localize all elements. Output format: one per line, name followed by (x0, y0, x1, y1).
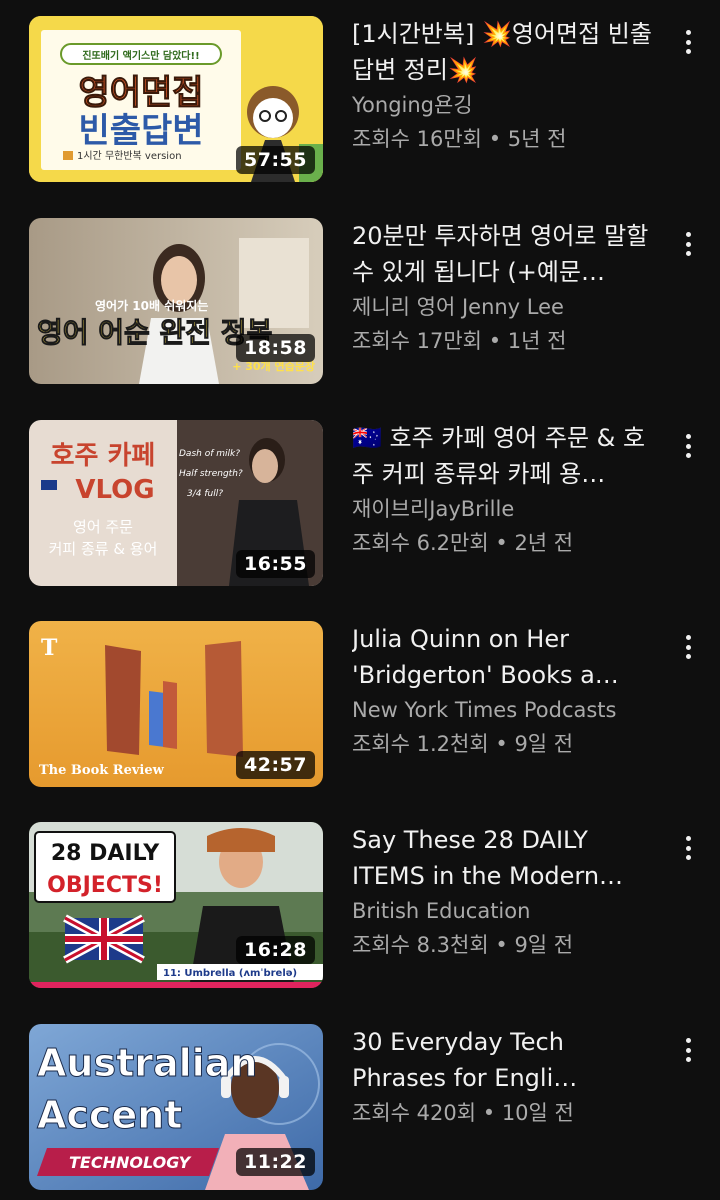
channel-name[interactable]: 제니리 영어 Jenny Lee (352, 290, 662, 324)
video-thumbnail[interactable]: 호주 카페 VLOG 영어 주문 커피 종류 & 용어 Dash of milk… (29, 420, 323, 586)
thumb-line1: 호주 카페 (51, 441, 156, 471)
dot-separator: • (482, 1101, 496, 1125)
thumb-caption: The Book Review (39, 763, 165, 778)
view-count: 조회수 8.3천회 (352, 933, 489, 957)
thumb-top-text: 영어가 10배 쉬워지는 (95, 298, 208, 313)
video-stats: 조회수 16만회 • 5년 전 (352, 122, 662, 156)
video-stats: 조회수 420회 • 10일 전 (352, 1096, 662, 1130)
dot-separator: • (495, 531, 508, 555)
video-stats: 조회수 8.3천회 • 9일 전 (352, 928, 662, 962)
thumb-q2: Half strength? (179, 469, 243, 479)
video-title[interactable]: 30 Everyday Tech Phrases for Engli… (352, 1024, 662, 1096)
channel-name[interactable]: 재이브리JayBrille (352, 492, 662, 526)
thumb-line1: 28 DAILY (51, 841, 160, 866)
thumb-line2: Accent (37, 1093, 182, 1137)
thumb-line3: 영어 주문 (73, 518, 133, 536)
channel-name[interactable]: New York Times Podcasts (352, 693, 662, 727)
thumb-line1: Australian (37, 1041, 257, 1085)
thumb-line2: OBJECTS! (47, 873, 163, 898)
video-item[interactable]: 영어가 10배 쉬워지는 영어 어순 완전 정복 + 30개 연습문장 18:5… (0, 218, 720, 384)
thumb-line1: 영어면접 (78, 73, 203, 113)
video-duration: 42:57 (236, 751, 315, 779)
dot-separator: • (488, 127, 502, 151)
more-options-icon[interactable] (676, 228, 700, 260)
nyt-logo-icon: T (41, 635, 58, 661)
video-item[interactable]: 호주 카페 VLOG 영어 주문 커피 종류 & 용어 Dash of milk… (0, 420, 720, 586)
dot-separator: • (495, 933, 508, 957)
video-list: 진또배기 액기스만 담았다!! 영어면접 빈출답변 1시간 무한반복 versi… (0, 0, 720, 1200)
video-thumbnail[interactable]: 영어가 10배 쉬워지는 영어 어순 완전 정복 + 30개 연습문장 18:5… (29, 218, 323, 384)
video-title[interactable]: Say These 28 DAILY ITEMS in the Modern… (352, 822, 662, 894)
video-stats: 조회수 6.2만회 • 2년 전 (352, 526, 662, 560)
more-options-icon[interactable] (676, 832, 700, 864)
video-duration: 18:58 (236, 334, 315, 362)
video-meta[interactable]: 30 Everyday Tech Phrases for Engli… 조회수 … (352, 1024, 662, 1130)
more-options-icon[interactable] (676, 631, 700, 663)
video-thumbnail[interactable]: 진또배기 액기스만 담았다!! 영어면접 빈출답변 1시간 무한반복 versi… (29, 16, 323, 182)
video-thumbnail[interactable]: Australian Accent TECHNOLOGY 11:22 (29, 1024, 323, 1190)
video-title[interactable]: Julia Quinn on Her 'Bridgerton' Books a… (352, 621, 662, 693)
dot-separator: • (488, 329, 502, 353)
thumb-caption: 11: Umbrella (ʌmˈbrelə) (163, 968, 297, 979)
upload-age: 9일 전 (514, 933, 574, 957)
video-meta[interactable]: Julia Quinn on Her 'Bridgerton' Books a…… (352, 621, 662, 761)
channel-name[interactable]: Yonging욘깅 (352, 88, 662, 122)
video-item[interactable]: 진또배기 액기스만 담았다!! 영어면접 빈출답변 1시간 무한반복 versi… (0, 16, 720, 182)
thumb-line4: 커피 종류 & 용어 (49, 540, 158, 558)
more-options-icon[interactable] (676, 1034, 700, 1066)
video-meta[interactable]: Say These 28 DAILY ITEMS in the Modern… … (352, 822, 662, 962)
upload-age: 2년 전 (514, 531, 574, 555)
video-item[interactable]: T The Book Review 42:57 Julia Quinn on H… (0, 621, 720, 787)
video-thumbnail[interactable]: 28 DAILY OBJECTS! 11: Umbrella (ʌmˈbrelə… (29, 822, 323, 988)
thumb-line2: VLOG (75, 475, 154, 505)
video-meta[interactable]: 🇦🇺 호주 카페 영어 주문 & 호주 커피 종류와 카페 용… 재이브리Jay… (352, 420, 662, 560)
upload-age: 5년 전 (507, 127, 567, 151)
video-meta[interactable]: [1시간반복] 💥영어면접 빈출답변 정리💥 Yonging욘깅 조회수 16만… (352, 16, 662, 156)
video-stats: 조회수 1.2천회 • 9일 전 (352, 727, 662, 761)
upload-age: 9일 전 (514, 732, 574, 756)
view-count: 조회수 420회 (352, 1101, 477, 1125)
thumb-banner: TECHNOLOGY (69, 1153, 192, 1172)
video-stats: 조회수 17만회 • 1년 전 (352, 324, 662, 358)
video-thumbnail[interactable]: T The Book Review 42:57 (29, 621, 323, 787)
view-count: 조회수 6.2만회 (352, 531, 489, 555)
thumb-q3: 3/4 full? (187, 489, 223, 499)
video-item[interactable]: 28 DAILY OBJECTS! 11: Umbrella (ʌmˈbrelə… (0, 822, 720, 988)
thumb-top-text: 진또배기 액기스만 담았다!! (82, 49, 199, 62)
view-count: 조회수 1.2천회 (352, 732, 489, 756)
upload-age: 1년 전 (507, 329, 567, 353)
more-options-icon[interactable] (676, 430, 700, 462)
thumb-q1: Dash of milk? (179, 449, 240, 459)
thumb-line2: 빈출답변 (78, 111, 203, 151)
view-count: 조회수 16만회 (352, 127, 482, 151)
video-title[interactable]: 🇦🇺 호주 카페 영어 주문 & 호주 커피 종류와 카페 용… (352, 420, 662, 492)
upload-age: 10일 전 (501, 1101, 574, 1125)
video-meta[interactable]: 20분만 투자하면 영어로 말할 수 있게 됩니다 (+예문… 제니리 영어 J… (352, 218, 662, 358)
video-item[interactable]: Australian Accent TECHNOLOGY 11:22 30 Ev… (0, 1024, 720, 1190)
channel-name[interactable]: British Education (352, 894, 662, 928)
video-duration: 16:55 (236, 550, 315, 578)
thumb-footer: 1시간 무한반복 version (77, 150, 182, 162)
video-title[interactable]: [1시간반복] 💥영어면접 빈출답변 정리💥 (352, 16, 662, 88)
view-count: 조회수 17만회 (352, 329, 482, 353)
dot-separator: • (495, 732, 508, 756)
video-duration: 16:28 (236, 936, 315, 964)
video-duration: 11:22 (236, 1148, 315, 1176)
video-title[interactable]: 20분만 투자하면 영어로 말할 수 있게 됩니다 (+예문… (352, 218, 662, 290)
video-duration: 57:55 (236, 146, 315, 174)
more-options-icon[interactable] (676, 26, 700, 58)
